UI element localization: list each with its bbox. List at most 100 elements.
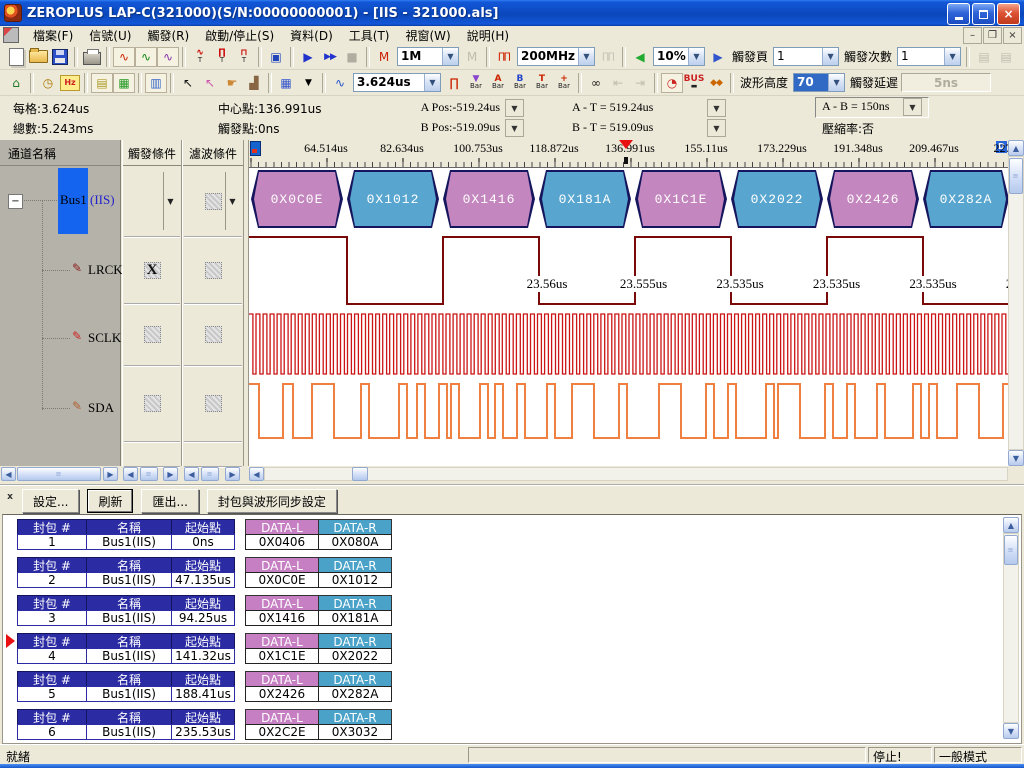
memory-depth-combo[interactable]: 1M ▼ [397, 47, 459, 66]
chevron-down-icon[interactable]: ▼ [822, 48, 838, 65]
wave-vertical-scrollbar[interactable] [1008, 156, 1024, 450]
grid-mode-icon[interactable]: ▦ [275, 73, 297, 93]
bar-nav-icon[interactable]: ▼Bar [465, 73, 487, 93]
trigger-cell-1[interactable]: ▼ [124, 166, 180, 238]
stop-icon[interactable]: ■ [341, 47, 363, 67]
packet-settings-button[interactable]: 設定... [22, 489, 79, 513]
home-icon[interactable]: ⌂ [5, 73, 27, 93]
a-b-dropdown[interactable]: ▼ [903, 98, 922, 116]
clock-icon[interactable]: ◷ [37, 73, 59, 93]
zoom-wave-icon[interactable]: ∿ [329, 73, 351, 93]
bus-data-segment[interactable]: 0X1C1E [635, 170, 727, 228]
packet-vertical-scroll-thumb[interactable]: ≡ [1004, 535, 1018, 565]
bus-property-icon[interactable]: ∿ [157, 47, 179, 67]
trigger-pos-left-icon[interactable]: ◀ [629, 47, 651, 67]
wave-horizontal-scroll-thumb[interactable] [352, 467, 368, 481]
channel-name-sclk[interactable]: SCLK [88, 330, 121, 346]
menu-item-4[interactable]: 啟動/停止(S) [197, 28, 282, 44]
select-cursor-icon[interactable]: ↖ [177, 73, 199, 93]
channel-setup-icon[interactable]: ∿ [135, 47, 157, 67]
trigger-mark-icon[interactable]: ∿T [189, 47, 211, 67]
grid-mode-dropdown-icon[interactable]: ▼ [297, 73, 319, 93]
menu-item-2[interactable]: 信號(U) [81, 28, 139, 44]
b-pos-dropdown[interactable]: ▼ [505, 119, 524, 137]
packet-panel-close-icon[interactable]: x [4, 491, 16, 503]
packet-scroll-up-button[interactable]: ▲ [1003, 517, 1019, 533]
save-file-icon[interactable] [49, 47, 71, 67]
filter-cell-2[interactable] [184, 237, 242, 305]
trigger-width-icon[interactable]: ∏T [211, 47, 233, 67]
run-icon[interactable]: ▶ [297, 47, 319, 67]
trigger-count-combo[interactable]: 1 ▼ [897, 47, 961, 66]
menu-item-5[interactable]: 資料(D) [282, 28, 341, 44]
packet-scroll-down-button[interactable]: ▼ [1003, 723, 1019, 739]
menu-item-8[interactable]: 說明(H) [459, 28, 517, 44]
packet-row[interactable]: 封包 #5名稱Bus1(IIS)起始點188.41usDATA-L0X2426D… [3, 671, 983, 703]
bus-data-segment[interactable]: 0X1416 [443, 170, 535, 228]
trigger-cell-2[interactable]: X [124, 237, 180, 305]
mdi-restore-button[interactable]: ❐ [983, 27, 1002, 44]
data-compare-icon[interactable]: ◆◆ [705, 73, 727, 93]
wave-scroll-down-button[interactable]: ▼ [1008, 450, 1024, 466]
filter-scroll-left-button[interactable]: ◀ [184, 467, 199, 481]
hand-tool-icon[interactable]: ☛ [221, 73, 243, 93]
chevron-down-icon[interactable]: ▼ [442, 48, 458, 65]
packet-wave-sync-button[interactable]: 封包與波形同步設定 [207, 489, 337, 513]
open-file-icon[interactable] [27, 47, 49, 67]
layout-window-icon[interactable]: ▥ [145, 73, 167, 93]
filter-cell-4[interactable] [184, 366, 242, 443]
b-t-dropdown[interactable]: ▼ [707, 119, 726, 137]
minimize-button[interactable] [947, 3, 970, 25]
add-bar-icon[interactable]: +Bar [553, 73, 575, 93]
chevron-down-icon[interactable]: ▼ [828, 74, 844, 91]
sample-rate-combo[interactable]: 200MHz ▼ [517, 47, 595, 66]
document-icon[interactable] [3, 27, 19, 43]
noise-filter-icon[interactable]: ◔ [661, 73, 683, 93]
trigger-position-marker[interactable] [619, 140, 633, 149]
repeat-run-icon[interactable]: ▶▶ [319, 47, 341, 67]
channel-scroll-right-button[interactable]: ▶ [103, 467, 118, 481]
multi-cursor-icon[interactable]: ↖ [199, 73, 221, 93]
filter-cell-3[interactable] [184, 304, 242, 367]
filter-scroll-thumb[interactable]: ≡ [201, 467, 219, 481]
time-division-combo[interactable]: 3.624us ▼ [353, 73, 441, 92]
close-button[interactable]: × [997, 3, 1020, 25]
packet-row[interactable]: 封包 #1名稱Bus1(IIS)起始點0nsDATA-L0X0406DATA-R… [3, 519, 983, 551]
packet-export-button[interactable]: 匯出... [141, 489, 198, 513]
trigger-scroll-left-button[interactable]: ◀ [123, 467, 138, 481]
chevron-down-icon[interactable]: ▼ [688, 48, 704, 65]
channel-name-bus1[interactable]: Bus1 [60, 192, 87, 208]
print-icon[interactable] [81, 47, 103, 67]
menu-item-1[interactable]: 檔案(F) [25, 28, 81, 44]
bus-packet-icon[interactable]: BUS▬ [683, 73, 705, 93]
time-ruler[interactable]: D 64.514us82.634us100.753us118.872us136.… [249, 140, 1009, 168]
packet-refresh-button[interactable]: 刷新 [87, 489, 133, 513]
trigger-edge-icon[interactable]: ⊓T [233, 47, 255, 67]
wave-height-combo[interactable]: 70 ▼ [793, 73, 845, 92]
packet-row[interactable]: 封包 #6名稱Bus1(IIS)起始點235.53usDATA-L0X2C2ED… [3, 709, 983, 741]
channel-name-lrck[interactable]: LRCK [88, 262, 123, 278]
wave-scroll-left-button[interactable]: ◀ [249, 467, 264, 481]
trigger-cell-3[interactable] [124, 304, 180, 367]
trigger-pos-right-icon[interactable]: ▶ [707, 47, 729, 67]
a-bar-icon[interactable]: ABar [487, 73, 509, 93]
filter-cell-1[interactable]: ▼ [184, 166, 242, 238]
channel-name-sda[interactable]: SDA [88, 400, 114, 416]
chevron-down-icon[interactable]: ▼ [578, 48, 594, 65]
chevron-down-icon[interactable]: ▼ [163, 172, 177, 230]
menu-item-6[interactable]: 工具(T) [341, 28, 398, 44]
channel-scroll-left-button[interactable]: ◀ [1, 467, 16, 481]
trigger-scroll-thumb[interactable]: ≡ [140, 467, 158, 481]
wave-horizontal-scrollbar[interactable] [264, 467, 1008, 481]
mdi-close-button[interactable]: × [1003, 27, 1022, 44]
channel-scroll-thumb[interactable]: ≡ [17, 467, 101, 481]
tree-collapse-button[interactable]: − [8, 194, 23, 209]
b-bar-icon[interactable]: BBar [509, 73, 531, 93]
bus-data-segment[interactable]: 0X282A [923, 170, 1009, 228]
bus-data-segment[interactable]: 0X2022 [731, 170, 823, 228]
bus-data-segment[interactable]: 0X0C0E [251, 170, 343, 228]
chevron-down-icon[interactable]: ▼ [225, 172, 239, 230]
list-window-icon[interactable]: ▦ [113, 73, 135, 93]
bus-decode-icon[interactable]: ▣ [265, 47, 287, 67]
menu-item-3[interactable]: 觸發(R) [139, 28, 197, 44]
